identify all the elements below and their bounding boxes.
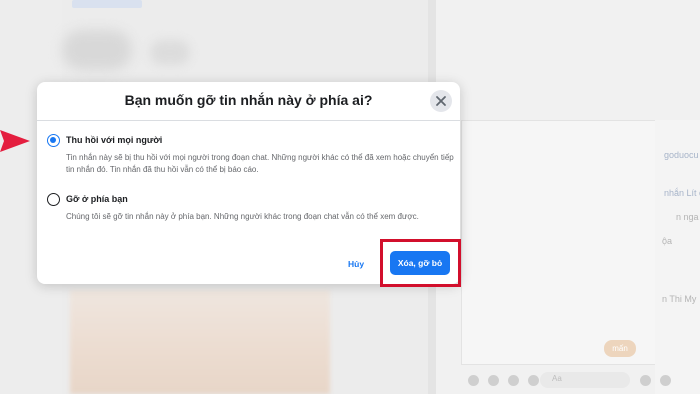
emoji-icon (640, 375, 651, 386)
gif-icon (528, 375, 539, 386)
cancel-button[interactable]: Hủy (348, 259, 364, 269)
divider (37, 120, 460, 121)
image-icon (488, 375, 499, 386)
bg-snippet: ộa (662, 236, 673, 246)
attach-icon (468, 375, 479, 386)
option-label: Gỡ ở phía bạn (66, 194, 128, 204)
blurred-element (150, 40, 190, 65)
bg-snippet: n Thi My (662, 294, 697, 304)
input-placeholder: Aa (552, 374, 562, 383)
placeholder-bar (72, 0, 142, 8)
close-button[interactable] (430, 90, 452, 112)
radio-empty-icon[interactable] (47, 193, 60, 206)
chat-list-strip (655, 120, 700, 394)
bg-chip: mấn (604, 340, 636, 357)
sticker-icon (508, 375, 519, 386)
bg-snippet: n nga (676, 212, 699, 222)
like-icon (660, 375, 671, 386)
blurred-element (62, 30, 132, 70)
red-arrow-icon (0, 130, 30, 152)
chat-popup (461, 120, 661, 365)
close-icon (436, 96, 446, 106)
highlight-annotation (380, 239, 461, 287)
bg-snippet: nhắn Lít cả (664, 188, 700, 198)
option-label: Thu hồi với mọi người (66, 135, 163, 145)
option-description: Chúng tôi sẽ gỡ tin nhắn này ở phía bạn.… (66, 212, 419, 221)
bg-snippet: goduocu (664, 150, 699, 160)
blurred-photo (70, 290, 330, 394)
radio-selected-icon[interactable] (47, 134, 60, 147)
dialog-title: Bạn muốn gỡ tin nhắn này ở phía ai? (124, 92, 373, 108)
option-description: Tin nhắn này sẽ bị thu hồi với mọi người… (66, 153, 454, 174)
